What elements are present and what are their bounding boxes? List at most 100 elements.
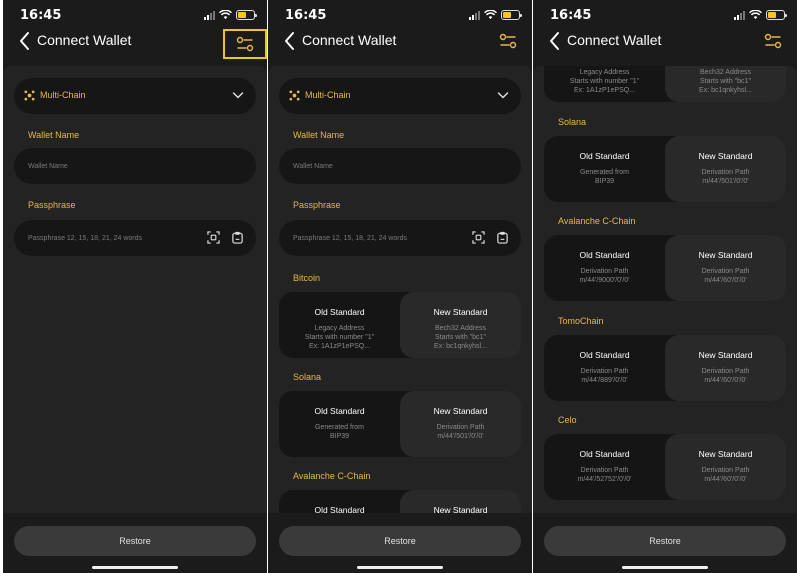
- home-indicator: [92, 566, 178, 569]
- avalanche-standard-options: Old Standard Derivation Path m/44'/9000'…: [544, 235, 786, 301]
- bitcoin-old-standard-option[interactable]: Old Standard Legacy Address Starts with …: [279, 292, 400, 358]
- nav-bar: Connect Wallet: [268, 28, 532, 56]
- filter-settings-button[interactable]: [223, 29, 267, 59]
- paste-clipboard-icon[interactable]: [231, 231, 244, 244]
- passphrase-input[interactable]: Passphrase 12, 15, 18, 21, 24 words: [279, 220, 521, 256]
- form-panel: Multi-Chain Wallet Name Wallet Name Pass…: [268, 66, 532, 513]
- status-bar: 16:45: [3, 0, 267, 30]
- chevron-down-icon: [497, 92, 509, 99]
- restore-button[interactable]: Restore: [544, 526, 786, 556]
- option-title: Old Standard: [314, 505, 365, 513]
- tomochain-new-standard-option[interactable]: New Standard Derivation Path m/44'/60'/0…: [665, 335, 786, 401]
- back-chevron-icon[interactable]: [280, 30, 300, 52]
- chevron-down-icon: [232, 92, 244, 99]
- phone-screen-1: 16:45 Connect Wallet Multi-Chain Wallet …: [3, 0, 267, 573]
- option-title: Old Standard: [579, 449, 630, 459]
- avalanche-new-standard-option[interactable]: New Standard Derivation Path m/44'/60'/0…: [400, 490, 521, 513]
- page-title: Connect Wallet: [37, 32, 132, 48]
- restore-button[interactable]: Restore: [279, 526, 521, 556]
- back-chevron-icon[interactable]: [15, 30, 35, 52]
- paste-clipboard-icon[interactable]: [496, 231, 509, 244]
- status-bar: 16:45: [268, 0, 532, 30]
- wifi-icon: [484, 10, 497, 20]
- solana-old-standard-option[interactable]: Old Standard Generated from BIP39: [544, 136, 665, 202]
- multi-chain-icon: [289, 90, 300, 101]
- home-indicator: [622, 566, 708, 569]
- bitcoin-old-standard-option[interactable]: Old Standard Legacy Address Starts with …: [544, 66, 665, 102]
- bitcoin-standard-options: Old Standard Legacy Address Starts with …: [279, 292, 521, 358]
- battery-icon: [501, 10, 522, 20]
- option-title: Old Standard: [579, 350, 630, 360]
- option-description: Derivation Path m/44'/9000'/0'/0': [579, 268, 630, 284]
- avalanche-label: Avalanche C-Chain: [558, 216, 636, 226]
- filter-settings-icon: [764, 33, 782, 49]
- passphrase-label: Passphrase: [28, 200, 76, 210]
- wallet-name-placeholder: Wallet Name: [293, 163, 333, 170]
- nav-bar: Connect Wallet: [533, 28, 797, 56]
- wallet-name-input[interactable]: Wallet Name: [279, 148, 521, 184]
- celo-old-standard-option[interactable]: Old Standard Derivation Path m/44'/52752…: [544, 434, 665, 500]
- avalanche-label: Avalanche C-Chain: [293, 471, 371, 481]
- option-title: Old Standard: [314, 406, 365, 416]
- wifi-icon: [749, 10, 762, 20]
- phone-screen-2: 16:45 Connect Wallet Multi-Chain Wallet …: [268, 0, 532, 573]
- cellular-signal-icon: [204, 10, 215, 20]
- form-panel: Old Standard Legacy Address Starts with …: [533, 66, 797, 513]
- page-title: Connect Wallet: [302, 32, 397, 48]
- option-title: New Standard: [698, 350, 753, 360]
- battery-icon: [766, 10, 787, 20]
- option-description: Legacy Address Starts with number "1" Ex…: [304, 325, 375, 350]
- solana-standard-options: Old Standard Generated from BIP39 New St…: [544, 136, 786, 202]
- cellular-signal-icon: [734, 10, 745, 20]
- option-description: Derivation Path m/44'/52752'/0'/0': [577, 467, 632, 483]
- solana-old-standard-option[interactable]: Old Standard Generated from BIP39: [279, 391, 400, 457]
- chain-select-label: Multi-Chain: [305, 90, 351, 100]
- option-description: Derivation Path m/44'/60'/0'/0': [701, 268, 750, 284]
- nav-bar: Connect Wallet: [3, 28, 267, 59]
- filter-settings-button[interactable]: [761, 30, 785, 52]
- restore-button[interactable]: Restore: [14, 526, 256, 556]
- solana-standard-options: Old Standard Generated from BIP39 New St…: [279, 391, 521, 457]
- wallet-name-label: Wallet Name: [28, 130, 80, 140]
- wallet-name-input[interactable]: Wallet Name: [14, 148, 256, 184]
- scan-qr-icon[interactable]: [472, 231, 485, 244]
- option-description: Bech32 Address Starts with "bc1" Ex: bc1…: [434, 325, 487, 350]
- option-description: Derivation Path m/44'/60'/0'/0': [701, 467, 750, 483]
- bitcoin-standard-options: Old Standard Legacy Address Starts with …: [544, 66, 786, 102]
- passphrase-input[interactable]: Passphrase 12, 15, 18, 21, 24 words: [14, 220, 256, 256]
- scan-qr-icon[interactable]: [207, 231, 220, 244]
- option-description: Generated from BIP39: [314, 424, 365, 440]
- option-title: New Standard: [698, 449, 753, 459]
- phone-screen-3: 16:45 Connect Wallet Old Standard Legacy…: [533, 0, 797, 573]
- solana-new-standard-option[interactable]: New Standard Derivation Path m/44'/501'/…: [400, 391, 521, 457]
- page-title: Connect Wallet: [567, 32, 662, 48]
- option-title: New Standard: [433, 307, 488, 317]
- option-description: Derivation Path m/44'/501'/0'/0': [701, 169, 750, 185]
- chain-select-label: Multi-Chain: [40, 90, 86, 100]
- celo-new-standard-option[interactable]: New Standard Derivation Path m/44'/60'/0…: [665, 434, 786, 500]
- option-description: Generated from BIP39: [579, 169, 630, 185]
- option-title: New Standard: [433, 406, 488, 416]
- multi-chain-icon: [24, 90, 35, 101]
- option-description: Legacy Address Starts with number "1" Ex…: [569, 69, 640, 94]
- battery-icon: [236, 10, 257, 20]
- filter-settings-button[interactable]: [496, 30, 520, 52]
- solana-new-standard-option[interactable]: New Standard Derivation Path m/44'/501'/…: [665, 136, 786, 202]
- tomochain-standard-options: Old Standard Derivation Path m/44'/889'/…: [544, 335, 786, 401]
- celo-label: Celo: [558, 415, 577, 425]
- avalanche-old-standard-option[interactable]: Old Standard Derivation Path m/44'/9000'…: [279, 490, 400, 513]
- home-indicator: [357, 566, 443, 569]
- bitcoin-new-standard-option[interactable]: New Standard Bech32 Address Starts with …: [400, 292, 521, 358]
- solana-label: Solana: [558, 117, 587, 127]
- back-chevron-icon[interactable]: [545, 30, 565, 52]
- chain-select[interactable]: Multi-Chain: [279, 78, 521, 114]
- avalanche-new-standard-option[interactable]: New Standard Derivation Path m/44'/60'/0…: [665, 235, 786, 301]
- filter-settings-icon: [499, 33, 517, 49]
- passphrase-placeholder: Passphrase 12, 15, 18, 21, 24 words: [293, 235, 408, 242]
- chain-select[interactable]: Multi-Chain: [14, 78, 256, 114]
- wifi-icon: [219, 10, 232, 20]
- solana-label: Solana: [293, 372, 322, 382]
- bitcoin-new-standard-option[interactable]: New Standard Bech32 Address Starts with …: [665, 66, 786, 102]
- tomochain-old-standard-option[interactable]: Old Standard Derivation Path m/44'/889'/…: [544, 335, 665, 401]
- avalanche-old-standard-option[interactable]: Old Standard Derivation Path m/44'/9000'…: [544, 235, 665, 301]
